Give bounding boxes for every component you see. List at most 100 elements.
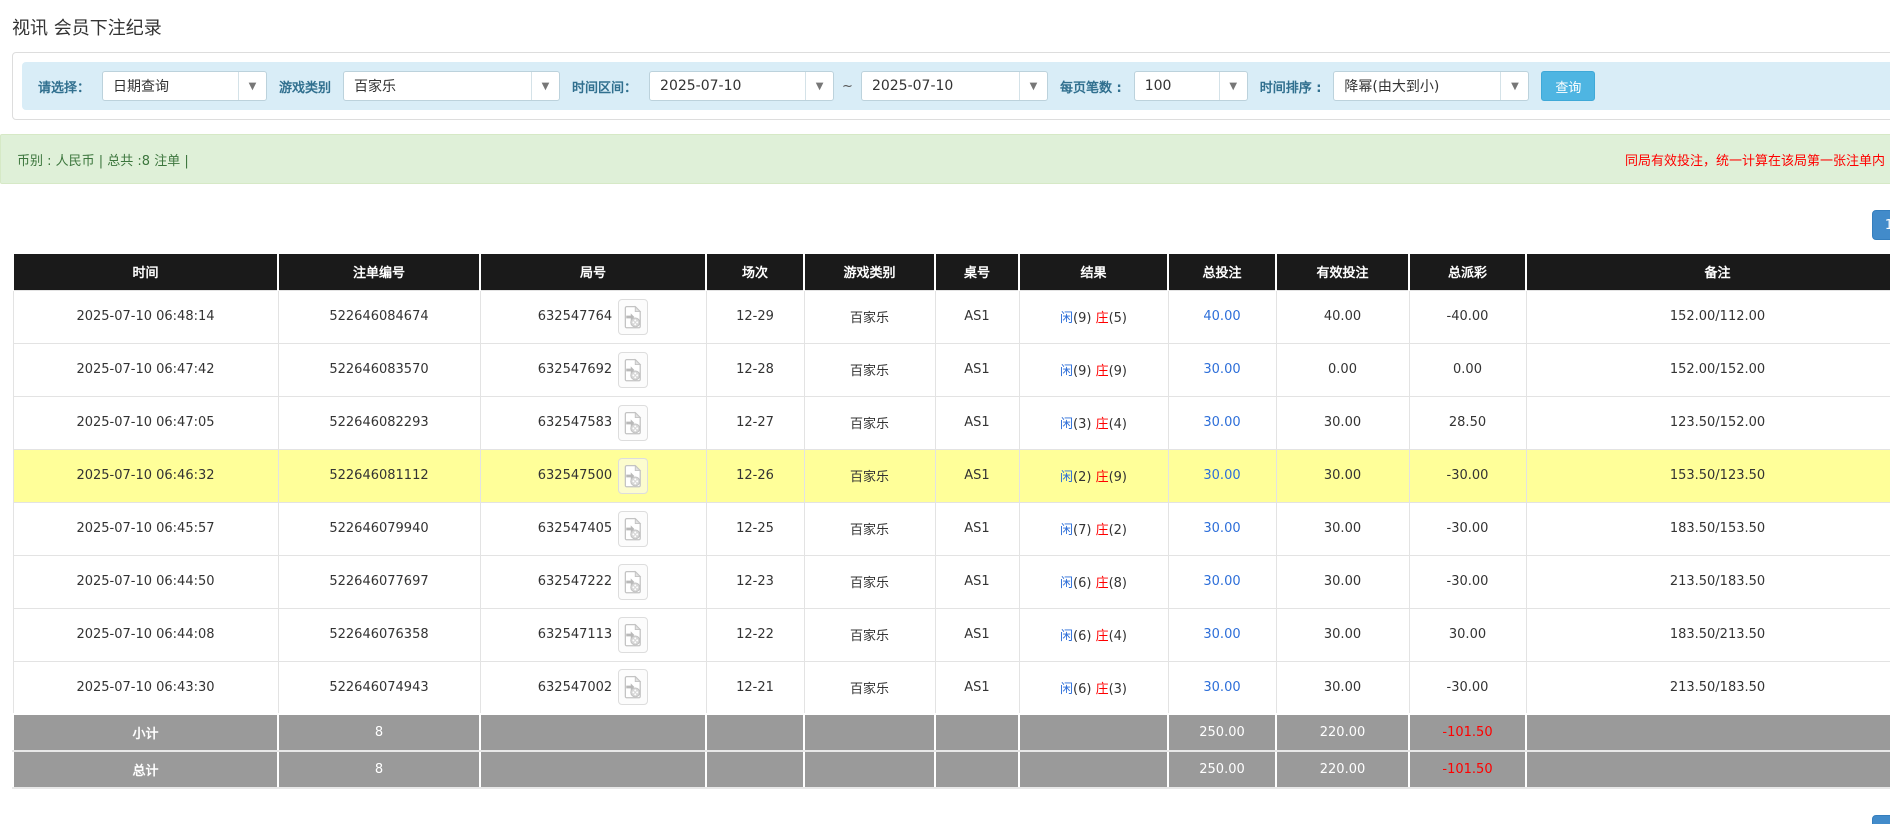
time-range-label: 时间区间： — [572, 77, 637, 96]
subtotal-empty-cell — [706, 714, 804, 751]
date-to-select[interactable]: 2025-07-10 ▼ — [861, 71, 1048, 101]
pagination-top: 1 — [0, 184, 1890, 254]
column-header-table-no: 桌号 — [935, 254, 1019, 290]
table-no-cell: AS1 — [935, 608, 1019, 661]
round-id-wrap: 632547222 — [538, 564, 648, 600]
valid-bet-cell: 30.00 — [1276, 502, 1409, 555]
page-size-label: 每页笔数 : — [1060, 77, 1122, 96]
subtotal-valid-bet: 220.00 — [1276, 714, 1409, 751]
filter-panel: 请选择： 日期查询 ▼ 游戏类别 百家乐 ▼ 时间区间： 2025-07-10 … — [12, 52, 1890, 120]
session-cell: 12-27 — [706, 396, 804, 449]
payout-cell: 28.50 — [1409, 396, 1526, 449]
result-cell: 闲(6) 庄(3) — [1019, 661, 1168, 714]
total-bet-link[interactable]: 30.00 — [1203, 574, 1240, 589]
result-cell: 闲(6) 庄(4) — [1019, 608, 1168, 661]
round-id-wrap: 632547500 — [538, 458, 648, 494]
table-summary: 小计 8 250.00 220.00 -101.50 总计 8 — [13, 714, 1890, 788]
bet-id-cell: 522646077697 — [278, 555, 480, 608]
video-replay-button[interactable] — [618, 299, 648, 335]
result-cell: 闲(7) 庄(2) — [1019, 502, 1168, 555]
session-cell: 12-26 — [706, 449, 804, 502]
video-file-icon — [624, 358, 642, 382]
valid-bet-cell: 30.00 — [1276, 555, 1409, 608]
grand-total-empty-cell — [1019, 751, 1168, 788]
bet-id-cell: 522646082293 — [278, 396, 480, 449]
result-player-score: (6) — [1073, 576, 1091, 591]
result-player-label: 闲 — [1060, 417, 1073, 432]
sort-order-select[interactable]: 降幂(由大到小) ▼ — [1333, 71, 1529, 101]
video-replay-button[interactable] — [618, 458, 648, 494]
query-type-select[interactable]: 日期查询 ▼ — [102, 71, 267, 101]
currency-summary-text: 币别 : 人民币 | 总共 :8 注单 | — [17, 150, 189, 169]
date-from-select[interactable]: 2025-07-10 ▼ — [649, 71, 834, 101]
grand-total-empty-cell — [935, 751, 1019, 788]
valid-bet-cell: 30.00 — [1276, 449, 1409, 502]
total-bet-cell: 30.00 — [1168, 555, 1276, 608]
video-file-icon — [624, 570, 642, 594]
total-bet-link[interactable]: 40.00 — [1203, 309, 1240, 324]
chevron-down-icon: ▼ — [531, 72, 559, 100]
bet-records-table: 时间 注单编号 局号 场次 游戏类别 桌号 结果 总投注 有效投注 总派彩 备注… — [12, 254, 1890, 789]
video-replay-button[interactable] — [618, 511, 648, 547]
total-bet-link[interactable]: 30.00 — [1203, 627, 1240, 642]
total-bet-link[interactable]: 30.00 — [1203, 415, 1240, 430]
filter-bar: 请选择： 日期查询 ▼ 游戏类别 百家乐 ▼ 时间区间： 2025-07-10 … — [22, 62, 1890, 110]
subtotal-empty-cell — [804, 714, 935, 751]
grand-total-total-bet: 250.00 — [1168, 751, 1276, 788]
round-id-wrap: 632547113 — [538, 617, 648, 653]
total-bet-cell: 30.00 — [1168, 449, 1276, 502]
result-cell: 闲(9) 庄(5) — [1019, 290, 1168, 343]
result-banker-label: 庄 — [1096, 470, 1109, 485]
video-file-icon — [624, 675, 642, 699]
page-size-select[interactable]: 100 ▼ — [1134, 71, 1248, 101]
result-banker-label: 庄 — [1096, 523, 1109, 538]
video-file-icon — [624, 623, 642, 647]
remark-cell: 213.50/183.50 — [1526, 661, 1890, 714]
remark-cell: 152.00/112.00 — [1526, 290, 1890, 343]
table-row: 2025-07-10 06:47:42522646083570632547692… — [13, 343, 1890, 396]
video-replay-button[interactable] — [618, 669, 648, 705]
round-id-cell: 632547113 — [480, 608, 706, 661]
round-id-value: 632547764 — [538, 309, 612, 324]
video-replay-button[interactable] — [618, 564, 648, 600]
round-id-value: 632547583 — [538, 415, 612, 430]
remark-cell: 152.00/152.00 — [1526, 343, 1890, 396]
table-no-cell: AS1 — [935, 502, 1019, 555]
result-banker-score: (5) — [1109, 311, 1127, 326]
bet-id-cell: 522646074943 — [278, 661, 480, 714]
video-replay-button[interactable] — [618, 617, 648, 653]
table-row: 2025-07-10 06:46:32522646081112632547500… — [13, 449, 1890, 502]
video-replay-button[interactable] — [618, 405, 648, 441]
date-to-value: 2025-07-10 — [862, 78, 1019, 94]
round-id-wrap: 632547692 — [538, 352, 648, 388]
column-header-game-type: 游戏类别 — [804, 254, 935, 290]
table-row: 2025-07-10 06:48:14522646084674632547764… — [13, 290, 1890, 343]
search-button[interactable]: 查询 — [1541, 71, 1595, 101]
valid-bet-cell: 0.00 — [1276, 343, 1409, 396]
round-id-wrap: 632547002 — [538, 669, 648, 705]
total-bet-cell: 30.00 — [1168, 661, 1276, 714]
pagination-page-1-button[interactable]: 1 — [1872, 210, 1890, 240]
total-bet-link[interactable]: 30.00 — [1203, 521, 1240, 536]
game-type-cell: 百家乐 — [804, 555, 935, 608]
result-banker-label: 庄 — [1096, 576, 1109, 591]
table-row: 2025-07-10 06:45:57522646079940632547405… — [13, 502, 1890, 555]
grand-total-count: 8 — [278, 751, 480, 788]
total-bet-link[interactable]: 30.00 — [1203, 468, 1240, 483]
game-type-select[interactable]: 百家乐 ▼ — [343, 71, 560, 101]
pagination-bottom-page-1-button[interactable]: 1 — [1872, 815, 1890, 824]
total-bet-cell: 30.00 — [1168, 396, 1276, 449]
subtotal-empty-cell — [1526, 714, 1890, 751]
total-bet-link[interactable]: 30.00 — [1203, 680, 1240, 695]
result-player-label: 闲 — [1060, 576, 1073, 591]
round-id-cell: 632547222 — [480, 555, 706, 608]
sort-order-label: 时间排序 : — [1260, 77, 1322, 96]
remark-cell: 183.50/153.50 — [1526, 502, 1890, 555]
game-type-cell: 百家乐 — [804, 449, 935, 502]
result-player-label: 闲 — [1060, 682, 1073, 697]
video-replay-button[interactable] — [618, 352, 648, 388]
grand-total-empty-cell — [1526, 751, 1890, 788]
grand-total-empty-cell — [706, 751, 804, 788]
total-bet-link[interactable]: 30.00 — [1203, 362, 1240, 377]
bet-id-cell: 522646076358 — [278, 608, 480, 661]
